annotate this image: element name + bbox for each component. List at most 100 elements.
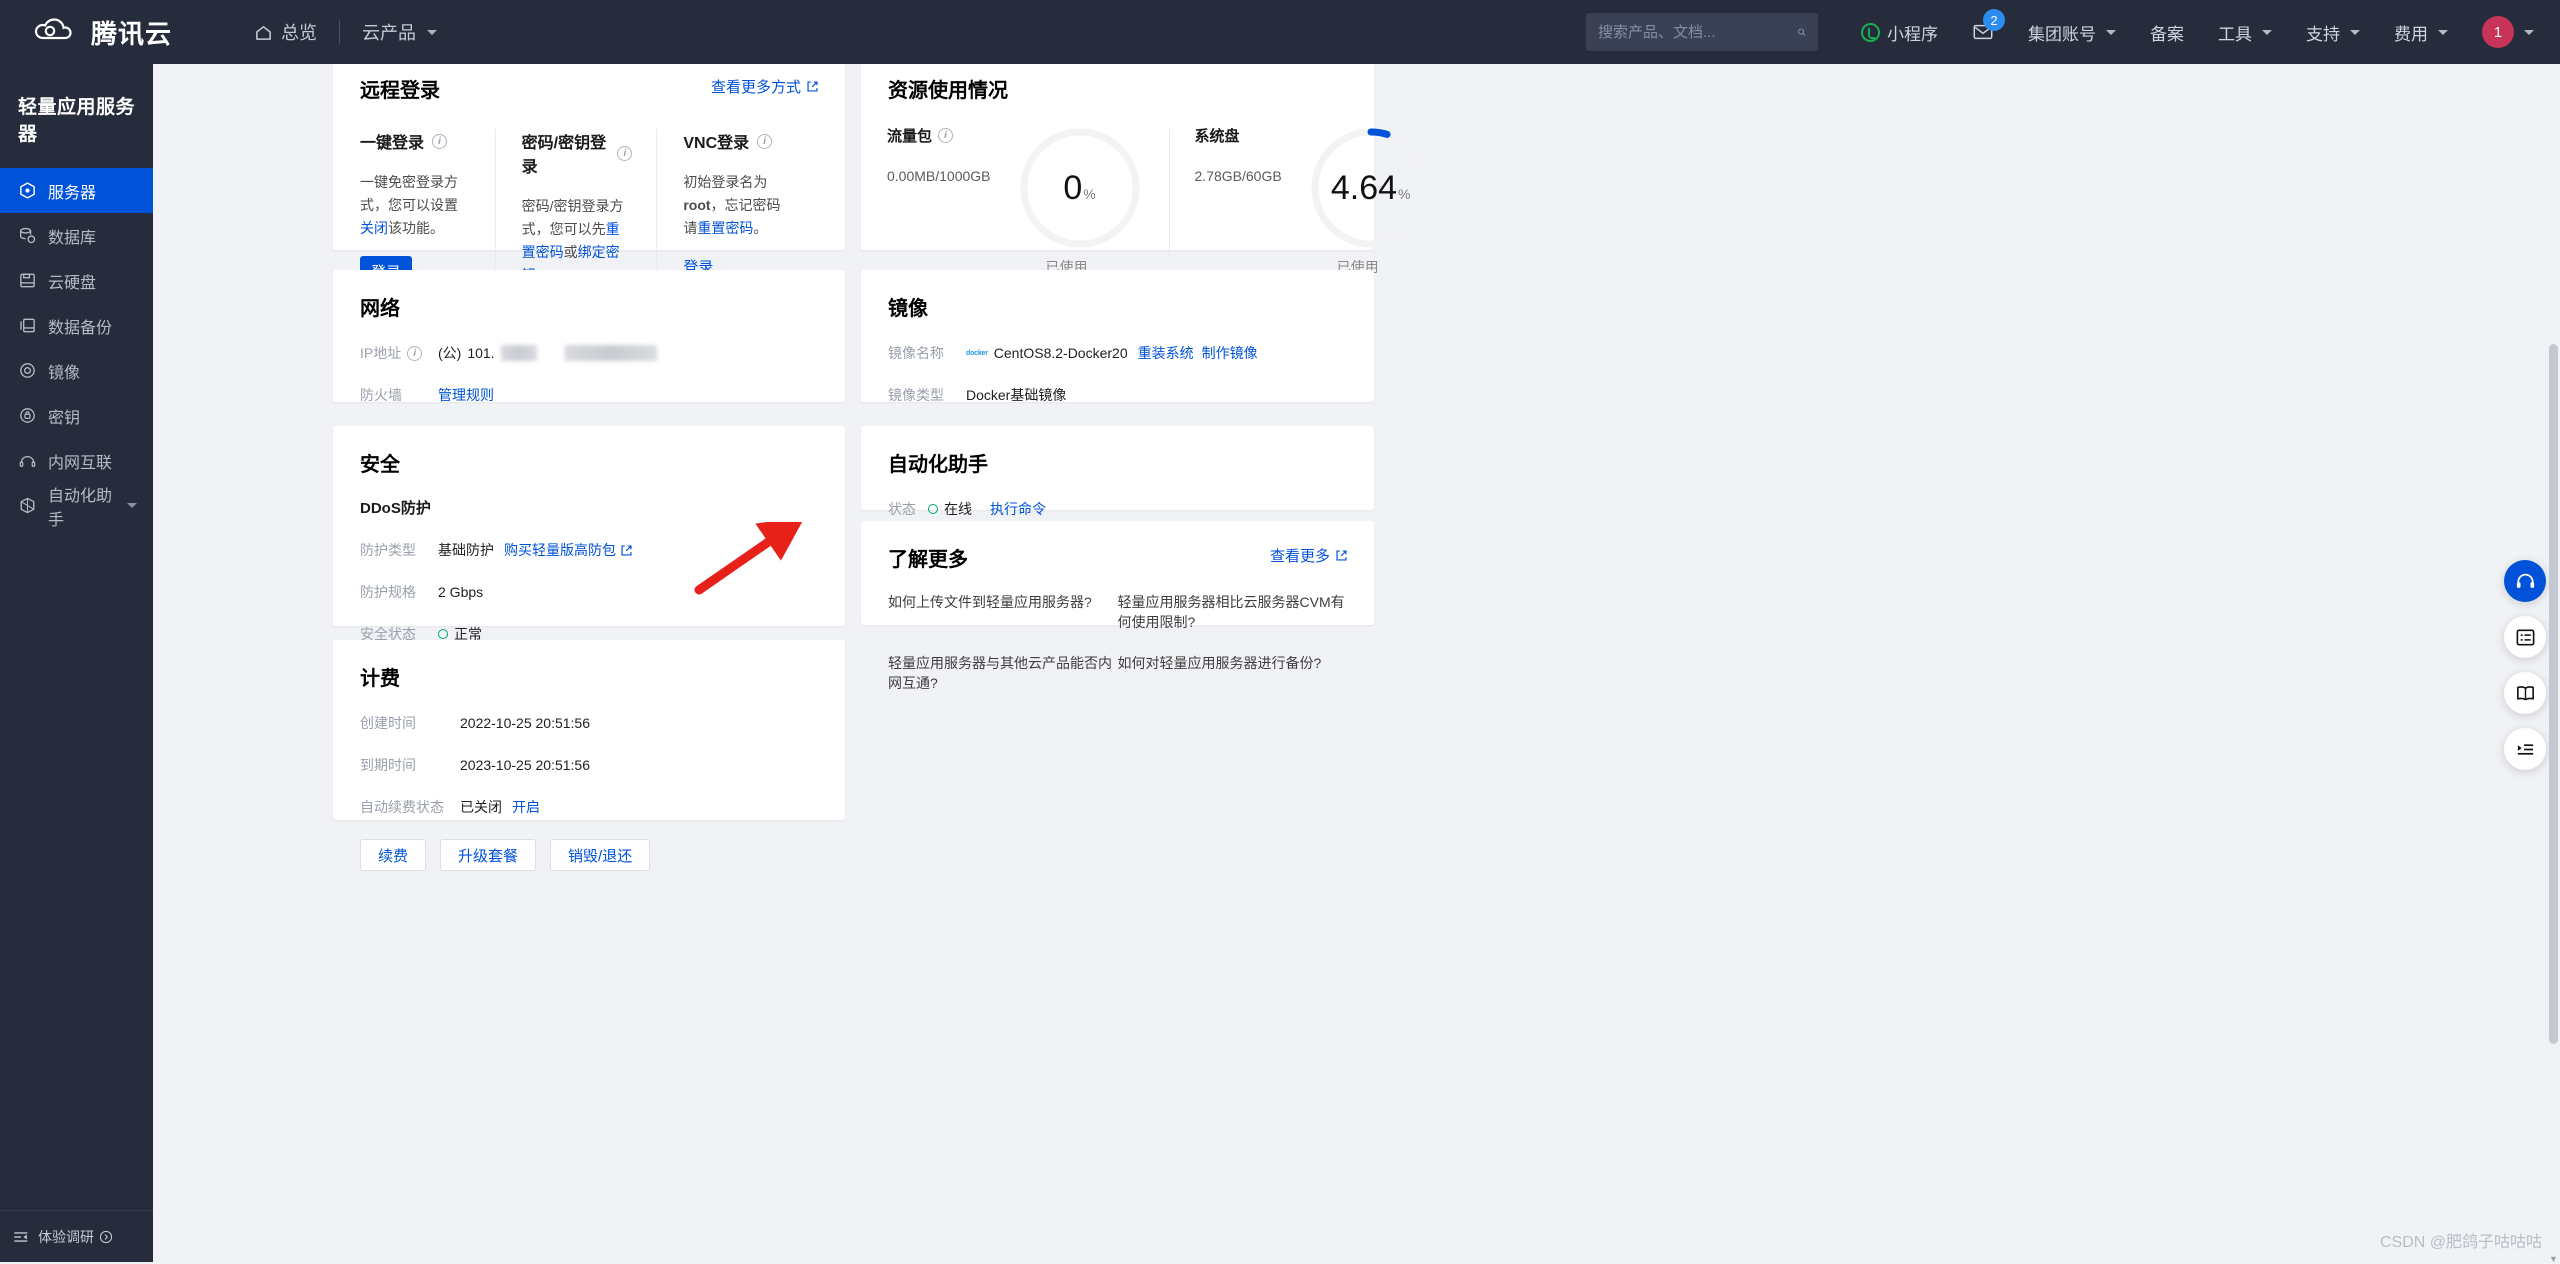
destroy-refund-button[interactable]: 销毁/退还 xyxy=(550,839,650,871)
search-box[interactable] xyxy=(1586,13,1818,51)
info-icon[interactable]: i xyxy=(757,134,772,149)
renew-button[interactable]: 续费 xyxy=(360,839,426,871)
status-ok-icon xyxy=(438,629,448,639)
top-item-group-account[interactable]: 集团账号 xyxy=(2011,0,2133,64)
info-icon[interactable]: i xyxy=(617,146,632,161)
billing-autorenew-key: 自动续费状态 xyxy=(360,797,460,817)
traffic-package-info: 流量包 i 0.00MB/1000GB xyxy=(887,125,991,277)
buy-ddos-package-label: 购买轻量版高防包 xyxy=(504,540,616,560)
chevron-down-icon xyxy=(427,30,437,35)
top-item-billing[interactable]: 费用 xyxy=(2377,0,2465,64)
sidebar-item-automation[interactable]: 自动化助手 xyxy=(0,483,153,528)
top-header: 腾讯云 总览 云产品 小程序 xyxy=(0,0,2560,64)
faq-item-3[interactable]: 轻量应用服务器与其他云产品能否内网互通? xyxy=(888,653,1118,693)
top-item-support[interactable]: 支持 xyxy=(2289,0,2377,64)
billing-created-key: 创建时间 xyxy=(360,713,460,733)
system-disk-label-row: 系统盘 xyxy=(1195,125,1282,146)
resource-usage-title: 资源使用情况 xyxy=(861,64,1374,103)
protection-type-key: 防护类型 xyxy=(360,540,438,560)
top-right-group: 小程序 2 集团账号 备案 工具 支持 费用 1 xyxy=(1586,0,2560,64)
chevron-right-circle-icon xyxy=(99,1230,113,1244)
top-item-beian[interactable]: 备案 xyxy=(2133,0,2201,64)
console-list-button[interactable] xyxy=(2504,616,2546,658)
vnc-login-head: VNC登录 i xyxy=(683,129,794,153)
automation-card: 自动化助手 状态 在线 执行命令 xyxy=(861,426,1374,510)
manage-rules-link[interactable]: 管理规则 xyxy=(438,385,494,405)
info-icon[interactable]: i xyxy=(938,128,953,143)
support-chat-button[interactable] xyxy=(2504,560,2546,602)
scroll-thumb[interactable] xyxy=(2549,344,2558,1044)
password-desc-mid: 或 xyxy=(564,244,578,260)
system-disk-gauge-wrap: 4.64% 已使用 xyxy=(1282,125,1434,277)
sidebar-item-data-backup-label: 数据备份 xyxy=(48,314,112,338)
image-icon xyxy=(18,361,37,380)
faq-item-2[interactable]: 轻量应用服务器相比云服务器CVM有何使用限制? xyxy=(1118,592,1348,632)
shortcuts-button[interactable] xyxy=(2504,728,2546,770)
automation-status-value-wrap: 在线 执行命令 xyxy=(928,499,1046,519)
documentation-button[interactable] xyxy=(2504,672,2546,714)
onekey-close-link[interactable]: 关闭 xyxy=(360,220,388,236)
page-scrollbar[interactable]: ▲ ▼ xyxy=(2549,66,2558,1256)
faq-grid: 如何上传文件到轻量应用服务器? 轻量应用服务器相比云服务器CVM有何使用限制? … xyxy=(861,572,1374,693)
billing-created-row: 创建时间 2022-10-25 20:51:56 xyxy=(333,713,845,733)
info-icon[interactable]: i xyxy=(432,134,447,149)
vnc-reset-password-link[interactable]: 重置密码 xyxy=(697,220,753,236)
buy-ddos-package-link[interactable]: 购买轻量版高防包 xyxy=(504,540,633,560)
sidebar-item-database[interactable]: 数据库 xyxy=(0,213,153,258)
book-icon xyxy=(2515,683,2536,704)
top-item-support-label: 支持 xyxy=(2306,20,2340,45)
protection-spec-value: 2 Gbps xyxy=(438,584,483,600)
sidebar: 轻量应用服务器 服务器 数据库 云硬盘 数据备份 xyxy=(0,64,153,1262)
search-input[interactable] xyxy=(1598,24,1797,41)
resource-traffic-package: 流量包 i 0.00MB/1000GB 0% xyxy=(861,125,1169,277)
system-disk-sub: 2.78GB/60GB xyxy=(1195,168,1282,184)
info-icon[interactable]: i xyxy=(407,346,422,361)
image-type-row: 镜像类型 Docker基础镜像 xyxy=(861,385,1374,405)
experience-survey-link[interactable]: 体验调研 xyxy=(38,1227,113,1247)
system-disk-value-wrap: 4.64% xyxy=(1308,125,1434,251)
upgrade-plan-button[interactable]: 升级套餐 xyxy=(440,839,536,871)
nav-item-overview[interactable]: 总览 xyxy=(232,0,339,64)
system-disk-info: 系统盘 2.78GB/60GB xyxy=(1195,125,1282,277)
sidebar-bottom-bar: 体验调研 xyxy=(0,1210,153,1262)
traffic-package-gauge-wrap: 0% 已使用 xyxy=(991,125,1143,277)
brand-name: 腾讯云 xyxy=(91,14,172,51)
resource-usage-columns: 流量包 i 0.00MB/1000GB 0% xyxy=(861,103,1374,277)
chevron-down-icon xyxy=(2524,30,2534,35)
sidebar-item-intranet-label: 内网互联 xyxy=(48,449,112,473)
top-item-messages[interactable]: 2 xyxy=(1955,0,2011,64)
image-card-title: 镜像 xyxy=(861,270,1374,321)
sidebar-item-key[interactable]: 密钥 xyxy=(0,393,153,438)
sidebar-item-intranet[interactable]: 内网互联 xyxy=(0,438,153,483)
brand-logo-group[interactable]: 腾讯云 xyxy=(34,14,172,51)
top-item-mini-program[interactable]: 小程序 xyxy=(1844,0,1955,64)
sidebar-item-server[interactable]: 服务器 xyxy=(0,168,153,213)
sidebar-item-image[interactable]: 镜像 xyxy=(0,348,153,393)
collapse-icon[interactable] xyxy=(12,1228,30,1246)
top-item-billing-label: 费用 xyxy=(2394,20,2428,45)
protection-spec-row: 防护规格 2 Gbps xyxy=(333,582,845,602)
scroll-down-arrow[interactable]: ▼ xyxy=(2549,1254,2558,1264)
nav-item-products[interactable]: 云产品 xyxy=(340,0,459,64)
sidebar-item-data-backup[interactable]: 数据备份 xyxy=(0,303,153,348)
reinstall-system-link[interactable]: 重装系统 xyxy=(1138,343,1194,363)
onekey-login-desc: 一键免密登录方式，您可以设置关闭该功能。 xyxy=(360,171,471,240)
learn-more-view-more-link[interactable]: 查看更多 xyxy=(1270,545,1348,566)
automation-status-key: 状态 xyxy=(888,499,928,519)
protection-type-row: 防护类型 基础防护 购买轻量版高防包 xyxy=(333,540,845,560)
execute-command-link[interactable]: 执行命令 xyxy=(990,499,1046,519)
billing-card: 计费 创建时间 2022-10-25 20:51:56 到期时间 2023-10… xyxy=(333,640,845,820)
search-icon[interactable] xyxy=(1797,22,1806,42)
remote-login-more-link[interactable]: 查看更多方式 xyxy=(711,76,819,97)
network-icon xyxy=(18,451,37,470)
network-ip-redacted-2 xyxy=(565,345,657,361)
create-image-link[interactable]: 制作镜像 xyxy=(1202,343,1258,363)
billing-buttons: 续费 升级套餐 销毁/退还 xyxy=(333,817,845,871)
faq-item-1[interactable]: 如何上传文件到轻量应用服务器? xyxy=(888,592,1118,632)
faq-item-4[interactable]: 如何对轻量应用服务器进行备份? xyxy=(1118,653,1348,693)
user-menu[interactable]: 1 xyxy=(2465,0,2534,64)
sidebar-item-cloud-disk[interactable]: 云硬盘 xyxy=(0,258,153,303)
network-ip-key: IP地址 xyxy=(360,343,401,363)
enable-autorenew-link[interactable]: 开启 xyxy=(512,797,540,817)
top-item-tools[interactable]: 工具 xyxy=(2201,0,2289,64)
